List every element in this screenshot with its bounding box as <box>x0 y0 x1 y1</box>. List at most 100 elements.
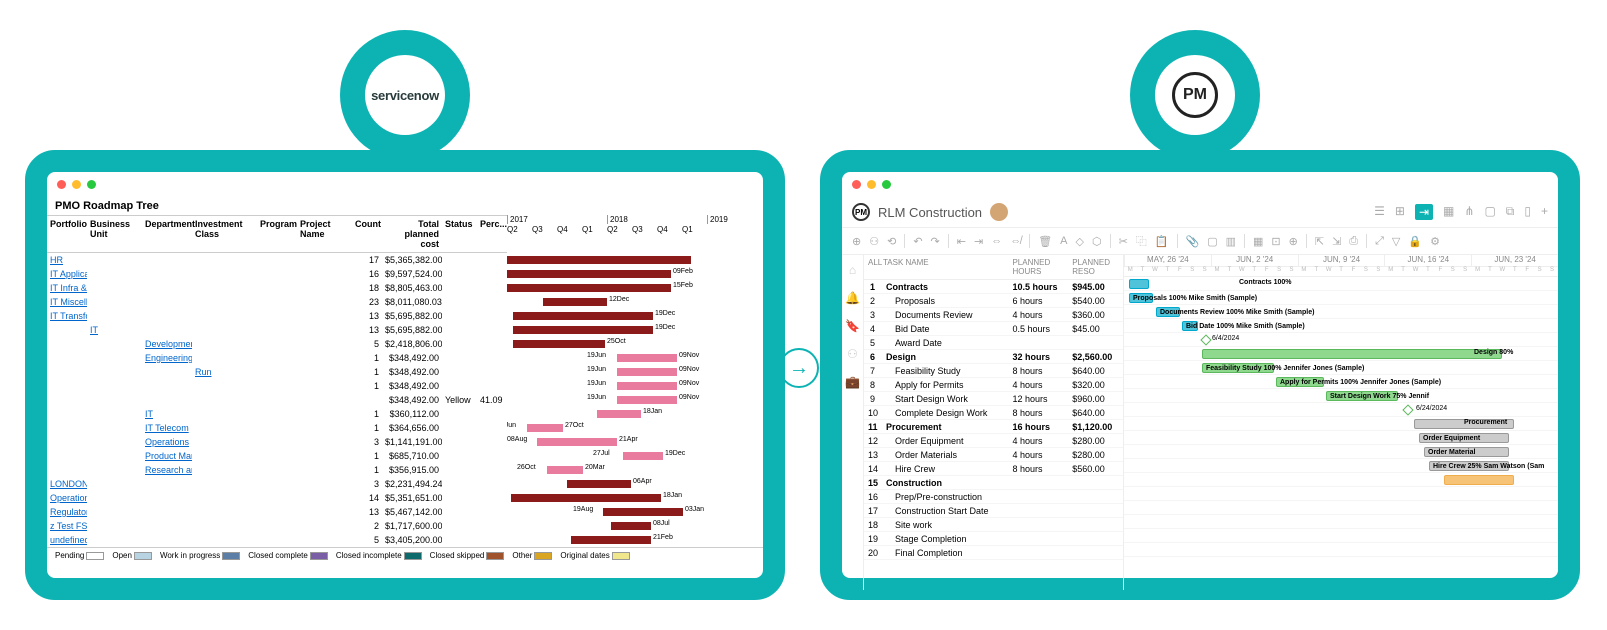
bell-icon[interactable]: 🔔 <box>845 291 860 305</box>
table-row[interactable]: Regulatory and Compliance13$5,467,142.00… <box>47 505 763 519</box>
table-row[interactable]: Development5$2,418,806.0023May25Oct <box>47 337 763 351</box>
task-row[interactable]: 15Construction <box>864 476 1123 490</box>
bookmark-icon[interactable]: 🔖 <box>845 319 860 333</box>
gantt-row[interactable]: Hire Crew 25% Sam Watson (Sam <box>1124 459 1558 473</box>
view-list-icon[interactable]: ☰ <box>1374 204 1385 220</box>
gantt-row[interactable] <box>1124 529 1558 543</box>
table-row[interactable]: IT Applications Modernization16$9,597,52… <box>47 267 763 281</box>
lock-icon[interactable]: 🔒 <box>1408 235 1422 248</box>
table-row[interactable]: 1$348,492.0019Jun09Nov <box>47 379 763 393</box>
gantt-row[interactable] <box>1124 487 1558 501</box>
expand-icon[interactable]: ⤢ <box>1375 235 1384 248</box>
view-chart-icon[interactable]: ⋔ <box>1464 204 1474 220</box>
table-row[interactable]: Operations and Facilities14$5,351,651.00… <box>47 491 763 505</box>
table-row[interactable]: IT Telecom1$364,656.0006Jun27Oct <box>47 421 763 435</box>
font-icon[interactable]: A <box>1060 235 1067 247</box>
fit-icon[interactable]: ⊡ <box>1271 235 1280 248</box>
task-row[interactable]: 11Procurement16 hours$1,120.00 <box>864 420 1123 434</box>
add-task-icon[interactable]: ⊕ <box>852 235 861 248</box>
table-row[interactable]: HR17$5,365,382.0006May <box>47 253 763 267</box>
task-row[interactable]: 9 Start Design Work12 hours$960.00 <box>864 392 1123 406</box>
task-row[interactable]: 13 Order Materials4 hours$280.00 <box>864 448 1123 462</box>
task-row[interactable]: 8 Apply for Permits4 hours$320.00 <box>864 378 1123 392</box>
gantt-chart[interactable]: MAY, 26 '24JUN, 2 '24JUN, 9 '24JUN, 16 '… <box>1124 255 1558 590</box>
view-copy-icon[interactable]: ⧉ <box>1506 204 1515 220</box>
task-row[interactable]: 5 Award Date <box>864 336 1123 350</box>
task-row[interactable]: 16 Prep/Pre-construction <box>864 490 1123 504</box>
table-row[interactable]: LONDON DATA3$2,231,494.2406Apr <box>47 477 763 491</box>
gantt-row[interactable]: Start Design Work 75% Jennif <box>1124 389 1558 403</box>
table-row[interactable]: $348,492.00Yellow41.0919Jun09Nov <box>47 393 763 407</box>
add-icon[interactable]: + <box>1541 204 1548 220</box>
paste-icon[interactable]: 📋 <box>1155 235 1169 248</box>
percent-icon[interactable]: ⬡ <box>1092 235 1102 248</box>
task-row[interactable]: 10 Complete Design Work8 hours$640.00 <box>864 406 1123 420</box>
gantt-row[interactable] <box>1124 501 1558 515</box>
gantt-row[interactable]: 6/4/2024 <box>1124 333 1558 347</box>
table-row[interactable]: IT1$360,112.0018Jan <box>47 407 763 421</box>
gear-icon[interactable]: ⚙ <box>1430 235 1440 248</box>
task-row[interactable]: 12 Order Equipment4 hours$280.00 <box>864 434 1123 448</box>
link-icon[interactable]: ⇔ <box>991 235 1002 247</box>
undo-icon[interactable]: ↶ <box>913 235 922 248</box>
table-row[interactable]: Product Management1$685,710.0027Jul19Dec <box>47 449 763 463</box>
table-row[interactable]: IT Transformation13$5,695,882.0023May19D… <box>47 309 763 323</box>
refresh-icon[interactable]: ⟲ <box>887 235 896 248</box>
table-row[interactable]: IT Miscellaneous23$8,011,080.0312Dec <box>47 295 763 309</box>
view-gantt-icon[interactable]: ⇥ <box>1415 204 1433 220</box>
grid-icon[interactable]: ▦ <box>1253 235 1263 248</box>
table-row[interactable]: IT13$5,695,882.0023May19Dec <box>47 323 763 337</box>
briefcase-icon[interactable]: 💼 <box>845 375 860 389</box>
task-row[interactable]: 4 Bid Date0.5 hours$45.00 <box>864 322 1123 336</box>
cut-icon[interactable]: ✂ <box>1119 235 1128 248</box>
task-row[interactable]: 17 Construction Start Date <box>864 504 1123 518</box>
task-row[interactable]: 19 Stage Completion <box>864 532 1123 546</box>
view-calendar-icon[interactable]: ▦ <box>1443 204 1454 220</box>
gantt-row[interactable]: Procurement <box>1124 417 1558 431</box>
avatar[interactable] <box>990 203 1008 221</box>
table-row[interactable]: IT Infra & Operations18$8,805,463.0027Ap… <box>47 281 763 295</box>
table-row[interactable]: Research and Development1$356,915.0026Oc… <box>47 463 763 477</box>
trash-icon[interactable]: 🗑 <box>1038 235 1052 248</box>
gantt-row[interactable]: Feasibility Study 100% Jennifer Jones (S… <box>1124 361 1558 375</box>
gantt-row[interactable]: Contracts 100% <box>1124 277 1558 291</box>
table-row[interactable]: Engineering1$348,492.0019Jun09Nov <box>47 351 763 365</box>
note-icon[interactable]: ▢ <box>1207 235 1217 248</box>
task-row[interactable]: 18 Site work <box>864 518 1123 532</box>
user-icon[interactable]: ⚇ <box>869 235 879 248</box>
task-row[interactable]: 14 Hire Crew8 hours$560.00 <box>864 462 1123 476</box>
gantt-row[interactable]: Order Material <box>1124 445 1558 459</box>
gantt-row[interactable]: Proposals 100% Mike Smith (Sample) <box>1124 291 1558 305</box>
filter-icon[interactable]: ▽ <box>1392 235 1400 248</box>
task-row[interactable]: 6Design32 hours$2,560.00 <box>864 350 1123 364</box>
gantt-row[interactable]: Apply for Permits 100% Jennifer Jones (S… <box>1124 375 1558 389</box>
table-row[interactable]: undefined5$3,405,200.0021Feb <box>47 533 763 547</box>
gantt-row[interactable]: Documents Review 100% Mike Smith (Sample… <box>1124 305 1558 319</box>
gantt-row[interactable]: 6/24/2024 <box>1124 403 1558 417</box>
gantt-row[interactable] <box>1124 543 1558 557</box>
task-row[interactable]: 20 Final Completion <box>864 546 1123 560</box>
copy-icon[interactable]: ⿻ <box>1136 233 1147 249</box>
table-row[interactable]: z Test FSC2$1,717,600.0008Jul <box>47 519 763 533</box>
gantt-row[interactable] <box>1124 515 1558 529</box>
zoom-icon[interactable]: ⊕ <box>1289 235 1298 248</box>
gantt-row[interactable] <box>1124 473 1558 487</box>
outdent-icon[interactable]: ⇤ <box>957 235 966 248</box>
task-row[interactable]: 3 Documents Review4 hours$360.00 <box>864 308 1123 322</box>
task-row[interactable]: 1Contracts10.5 hours$945.00 <box>864 280 1123 294</box>
table-row[interactable]: Operations3$1,141,191.0008Aug21Apr <box>47 435 763 449</box>
columns-icon[interactable]: ▥ <box>1226 235 1236 248</box>
table-row[interactable]: Run1$348,492.0019Jun09Nov <box>47 365 763 379</box>
gantt-row[interactable]: Bid Date 100% Mike Smith (Sample) <box>1124 319 1558 333</box>
attach-icon[interactable]: 📎 <box>1186 235 1200 248</box>
gantt-row[interactable]: Order Equipment <box>1124 431 1558 445</box>
print-icon[interactable]: ⎙ <box>1349 235 1358 248</box>
indent-icon[interactable]: ⇥ <box>974 235 983 248</box>
export-icon[interactable]: ⇱ <box>1315 235 1324 248</box>
task-row[interactable]: 7 Feasibility Study8 hours$640.00 <box>864 364 1123 378</box>
view-doc-icon[interactable]: ▢ <box>1484 204 1495 220</box>
people-icon[interactable]: ⚇ <box>847 347 858 361</box>
redo-icon[interactable]: ↷ <box>931 235 940 248</box>
task-row[interactable]: 2 Proposals6 hours$540.00 <box>864 294 1123 308</box>
tag-icon[interactable]: ◇ <box>1076 235 1084 248</box>
